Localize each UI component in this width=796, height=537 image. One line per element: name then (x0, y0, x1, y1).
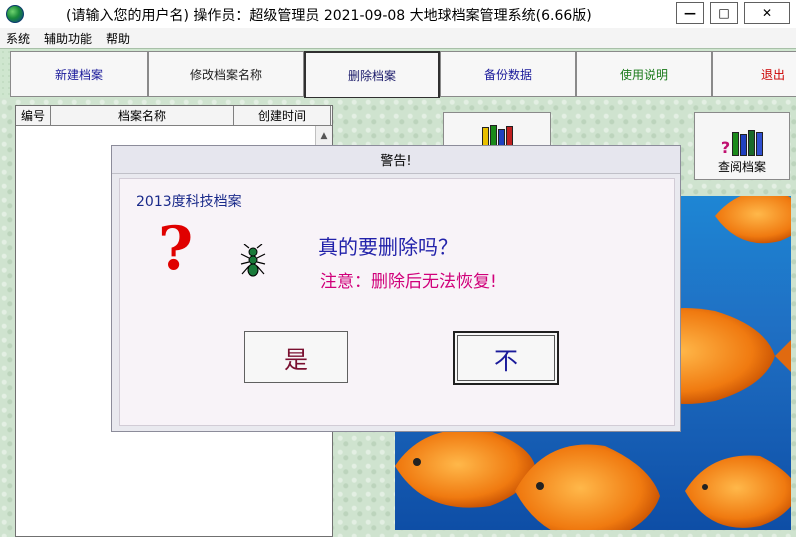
window-controls: — □ ✕ (676, 2, 790, 24)
menu-bar: 系统 辅助功能 帮助 (0, 28, 796, 48)
question-mark-icon: ? (158, 214, 194, 284)
column-created[interactable]: 创建时间 (234, 106, 331, 125)
menu-tools[interactable]: 辅助功能 (44, 30, 92, 47)
dialog-title: 警告! (112, 146, 680, 174)
window-title: (请输入您的用户名) 操作员：超级管理员 2021-09-08 大地球档案管理系… (66, 8, 592, 24)
scroll-up-arrow[interactable]: ▲ (315, 126, 332, 146)
maximize-button[interactable]: □ (710, 2, 738, 24)
menu-help[interactable]: 帮助 (106, 30, 130, 47)
delete-confirm-dialog: 警告! 2013度科技档案 ? 真的要删除吗？ 注意：删除后无法恢复! 是 不 (111, 145, 681, 432)
minimize-button[interactable]: — (676, 2, 704, 24)
delete-archive-button[interactable]: 删除档案 (304, 51, 440, 99)
list-header: 编号 档案名称 创建时间 (16, 106, 332, 126)
warning-text: 注意：删除后无法恢复! (320, 272, 497, 292)
view-archive-label: 查阅档案 (717, 160, 766, 174)
title-bar: (请输入您的用户名) 操作员：超级管理员 2021-09-08 大地球档案管理系… (0, 0, 796, 29)
view-archive-button[interactable]: ? 查阅档案 (694, 112, 790, 180)
column-name[interactable]: 档案名称 (51, 106, 234, 125)
globe-icon (6, 5, 24, 23)
backup-data-button[interactable]: 备份数据 (440, 51, 576, 97)
menu-system[interactable]: 系统 (6, 30, 30, 47)
books-question-icon: ? (721, 130, 764, 156)
confirm-question: 真的要删除吗？ (318, 235, 458, 259)
toolbar: 新建档案 修改档案名称 删除档案 备份数据 使用说明 退出 (0, 48, 796, 99)
exit-button[interactable]: 退出 (712, 51, 796, 97)
archive-name-label: 2013度科技档案 (136, 194, 242, 210)
ant-icon (238, 243, 268, 281)
user-guide-button[interactable]: 使用说明 (576, 51, 712, 97)
no-button[interactable]: 不 (453, 331, 559, 385)
rename-archive-button[interactable]: 修改档案名称 (148, 51, 304, 97)
close-button[interactable]: ✕ (744, 2, 790, 24)
column-id[interactable]: 编号 (16, 106, 51, 125)
books-icon (481, 125, 513, 147)
dialog-body: 2013度科技档案 ? 真的要删除吗？ 注意：删除后无法恢复! 是 不 (119, 178, 675, 426)
new-archive-button[interactable]: 新建档案 (10, 51, 148, 97)
yes-button[interactable]: 是 (244, 331, 348, 383)
